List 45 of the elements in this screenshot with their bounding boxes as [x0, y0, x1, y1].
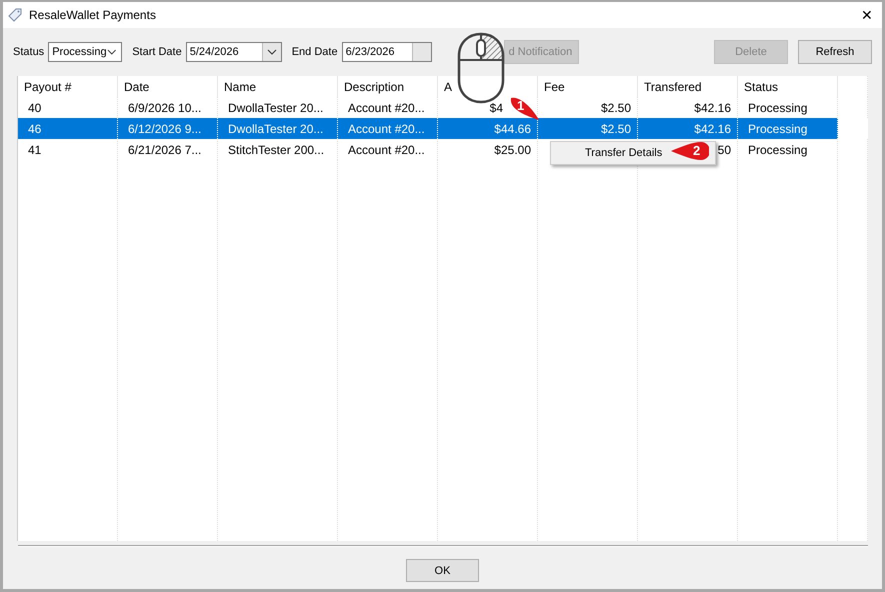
start-date-picker[interactable]: 5/24/2026: [186, 42, 282, 62]
table-cell: $42.16: [694, 100, 731, 114]
caret-icon: [266, 49, 277, 55]
start-date-label: Start Date: [132, 46, 182, 58]
table-cell: $25.00: [494, 142, 531, 156]
table-cell: Account #20...: [348, 100, 425, 114]
table-cell: Processing: [748, 142, 808, 156]
table-cell: DwollaTester 20...: [228, 100, 324, 114]
column-header[interactable]: Transfered: [638, 76, 738, 97]
ok-button[interactable]: OK: [406, 559, 479, 582]
table-cell: Account #20...: [348, 142, 425, 156]
table-cell: Account #20...: [348, 122, 425, 136]
table-cell: 6/21/2026 7...: [128, 142, 202, 156]
status-label: Status: [13, 46, 44, 58]
table-cell: $44.66: [494, 122, 531, 136]
table-cell: Processing: [748, 100, 808, 114]
table-cell: Processing: [748, 122, 808, 136]
table-cell: 41: [28, 142, 42, 156]
column-header[interactable]: Date: [118, 76, 218, 97]
column-header[interactable]: Fee: [538, 76, 638, 97]
column-header[interactable]: Description: [338, 76, 438, 97]
table-cell: DwollaTester 20...: [228, 122, 324, 136]
table-cell: $4: [490, 100, 503, 114]
tag-icon: [7, 7, 23, 23]
table-cell: 40: [28, 100, 42, 114]
end-date-picker[interactable]: 6/23/2026: [342, 42, 432, 62]
close-button[interactable]: ✕: [852, 3, 882, 27]
table-cell: 46: [28, 122, 42, 136]
status-dropdown[interactable]: Processing: [48, 42, 122, 62]
table-cell: 50: [718, 142, 731, 156]
column-header[interactable]: Name: [218, 76, 338, 97]
table-row[interactable]: 46 6/12/2026 9... DwollaTester 20... Account #20... $44.66 $2.50 $42.16 Processing: [18, 118, 868, 139]
caret-icon: [106, 49, 116, 55]
toolbar-button[interactable]: Refresh: [798, 40, 872, 64]
end-date-label: End Date: [292, 46, 338, 58]
table-cell: $42.16: [694, 122, 731, 136]
window-title: ResaleWallet Payments: [29, 8, 156, 22]
table-cell: $2.50: [600, 100, 631, 114]
table-cell: 6/12/2026 9...: [128, 122, 202, 136]
table-cell: $2.50: [600, 122, 631, 136]
column-header[interactable]: Status: [738, 76, 838, 97]
column-header[interactable]: A: [438, 76, 538, 97]
table-cell: 6/9/2026 10...: [128, 100, 202, 114]
column-header[interactable]: Payout #: [18, 76, 118, 97]
table-cell: StitchTester 200...: [228, 142, 324, 156]
